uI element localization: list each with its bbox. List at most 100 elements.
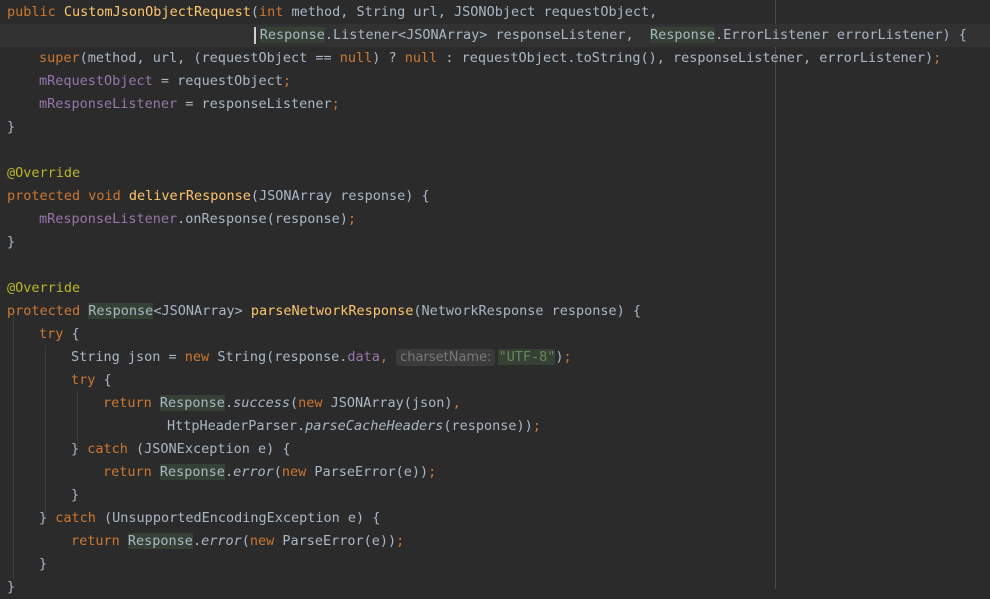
code-token: @Override xyxy=(7,165,81,181)
code-token: , xyxy=(452,395,461,411)
code-line[interactable]: return Response.error(new ParseError(e))… xyxy=(0,530,990,553)
code-token: Response xyxy=(159,464,225,480)
code-token: mRequestObject xyxy=(39,73,153,89)
code-token: ParseError(e)) xyxy=(282,533,397,549)
code-token: <JSONArray> xyxy=(153,303,251,319)
code-line[interactable] xyxy=(0,254,990,277)
code-token: new xyxy=(249,533,283,549)
code-line[interactable]: try { xyxy=(0,323,990,346)
code-line[interactable]: } xyxy=(0,576,990,599)
code-token: int xyxy=(258,4,292,20)
code-line[interactable]: } catch (JSONException e) { xyxy=(0,438,990,461)
code-token: (JSONArray response) { xyxy=(250,188,430,204)
code-token: , xyxy=(379,349,397,365)
code-line[interactable]: super(method, url, (requestObject == nul… xyxy=(0,47,990,70)
code-token: } xyxy=(39,510,56,526)
code-line[interactable]: } xyxy=(0,553,990,576)
code-line[interactable]: String json = new String(response.data, … xyxy=(0,346,990,369)
code-token: new xyxy=(184,349,218,365)
code-token: ( xyxy=(289,395,299,411)
code-token: { xyxy=(103,372,112,388)
code-token: null xyxy=(339,50,373,66)
code-line[interactable]: return Response.success(new JSONArray(js… xyxy=(0,392,990,415)
code-token: deliverResponse xyxy=(128,188,251,204)
code-token: new xyxy=(281,464,315,480)
code-token: try xyxy=(39,326,72,342)
code-token: = responseListener xyxy=(177,96,332,112)
code-line[interactable]: @Override xyxy=(0,162,990,185)
code-token: } xyxy=(7,579,16,595)
code-line[interactable]: Response.Listener<JSONArray> responseLis… xyxy=(0,24,990,47)
code-token: : requestObject.toString(), responseList… xyxy=(437,50,934,66)
code-token: .ErrorListener errorListener) { xyxy=(714,27,967,43)
code-token: ( xyxy=(250,4,259,20)
code-token: public xyxy=(7,4,64,20)
code-token: { xyxy=(71,326,80,342)
code-token: catch xyxy=(87,441,137,457)
code-token: catch xyxy=(55,510,105,526)
code-token: new xyxy=(298,395,331,411)
code-token: (response)) xyxy=(443,418,533,434)
code-token: mResponseListener xyxy=(39,211,178,227)
code-token: Response xyxy=(159,395,225,411)
code-token: . xyxy=(224,395,234,411)
code-token: mResponseListener xyxy=(39,96,178,112)
code-editor[interactable]: public CustomJsonObjectRequest(int metho… xyxy=(0,0,990,595)
code-line[interactable]: try { xyxy=(0,369,990,392)
code-token: error xyxy=(201,533,242,549)
code-token: = requestObject xyxy=(152,73,283,89)
code-token: success xyxy=(233,395,290,411)
code-token: null xyxy=(404,50,438,66)
text-caret xyxy=(254,27,256,44)
code-line[interactable]: public CustomJsonObjectRequest(int metho… xyxy=(0,1,990,24)
code-token: Response xyxy=(88,303,154,319)
code-token: method, String url, JSONObject requestOb… xyxy=(291,4,658,20)
code-line[interactable]: } catch (UnsupportedEncodingException e)… xyxy=(0,507,990,530)
code-line[interactable]: } xyxy=(0,484,990,507)
code-token: "UTF-8" xyxy=(498,349,556,365)
code-token: return xyxy=(71,533,128,549)
code-line[interactable]: return Response.error(new ParseError(e))… xyxy=(0,461,990,484)
code-token: String json = xyxy=(71,349,185,365)
code-line[interactable]: HttpHeaderParser.parseCacheHeaders(respo… xyxy=(0,415,990,438)
code-token: return xyxy=(103,464,160,480)
code-token: ( xyxy=(241,533,250,549)
code-line[interactable]: mResponseListener = responseListener; xyxy=(0,93,990,116)
code-token: (NetworkResponse response) { xyxy=(413,303,641,319)
code-line[interactable]: } xyxy=(0,231,990,254)
code-token: . xyxy=(224,464,234,480)
code-token: data xyxy=(347,349,380,365)
code-token: String(response. xyxy=(217,349,348,365)
code-line[interactable]: @Override xyxy=(0,277,990,300)
code-token: charsetName: xyxy=(396,349,496,366)
code-token: error xyxy=(233,464,274,480)
code-token: @Override xyxy=(7,280,81,296)
code-token: } xyxy=(39,556,48,572)
code-token: ; xyxy=(331,96,340,112)
code-token: parseCacheHeaders xyxy=(305,418,444,434)
code-token: } xyxy=(7,234,16,250)
code-token: ; xyxy=(532,418,541,434)
code-token: ; xyxy=(396,533,405,549)
code-token: JSONArray(json) xyxy=(330,395,453,411)
code-token: protected void xyxy=(7,188,129,204)
code-token: parseNetworkResponse xyxy=(250,303,414,319)
code-token: (method, url, (requestObject == xyxy=(79,50,340,66)
code-line[interactable] xyxy=(0,139,990,162)
code-line[interactable]: protected void deliverResponse(JSONArray… xyxy=(0,185,990,208)
code-token: ; xyxy=(428,464,437,480)
code-line[interactable]: protected Response<JSONArray> parseNetwo… xyxy=(0,300,990,323)
code-line[interactable]: mRequestObject = requestObject; xyxy=(0,70,990,93)
code-token: .Listener<JSONArray> responseListener, xyxy=(324,27,650,43)
code-token: } xyxy=(71,441,88,457)
code-token: .onResponse(response) xyxy=(177,211,348,227)
code-token: ; xyxy=(563,349,572,365)
code-line[interactable]: } xyxy=(0,116,990,139)
code-token: Response xyxy=(127,533,193,549)
code-token: } xyxy=(71,487,80,503)
code-line[interactable]: mResponseListener.onResponse(response); xyxy=(0,208,990,231)
code-token: ) ? xyxy=(372,50,405,66)
code-token: ; xyxy=(933,50,942,66)
code-token: (JSONException e) { xyxy=(136,441,291,457)
code-token: try xyxy=(71,372,104,388)
